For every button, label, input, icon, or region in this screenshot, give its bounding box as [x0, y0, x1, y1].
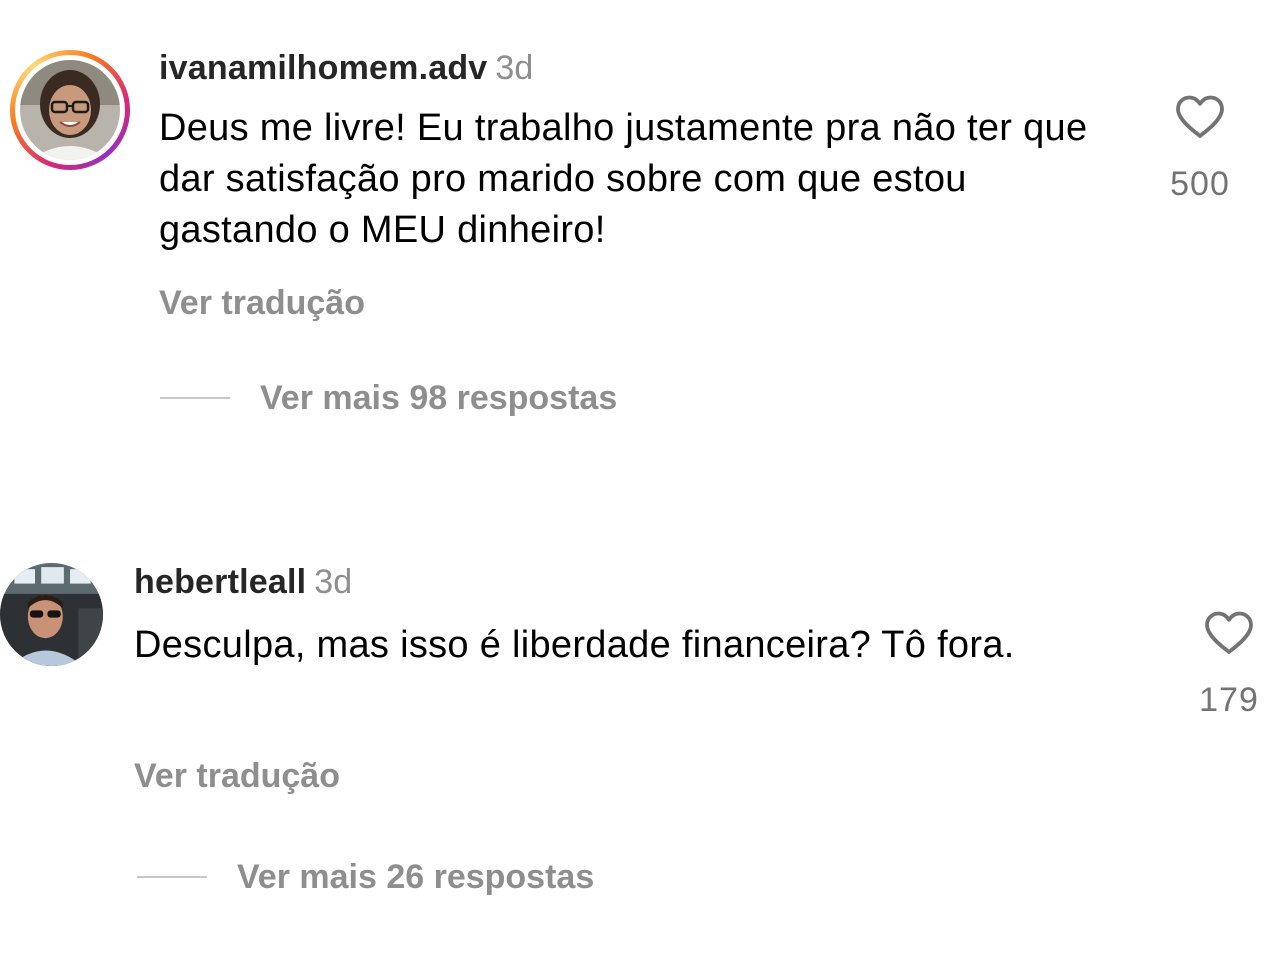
comment-item: ivanamilhomem.adv 3d Deus me livre! Eu tr… — [0, 0, 1280, 470]
replies-divider — [160, 397, 230, 399]
avatar[interactable] — [20, 60, 120, 160]
like-count: 500 — [1170, 165, 1230, 203]
like-column: 500 — [1145, 94, 1255, 204]
view-more-replies-button[interactable]: Ver mais 26 respostas — [237, 857, 594, 897]
see-translation-link[interactable]: Ver tradução — [159, 283, 365, 323]
view-replies-row[interactable]: Ver mais 98 respostas — [160, 378, 617, 418]
like-count: 179 — [1199, 681, 1259, 719]
profile-photo — [0, 563, 103, 666]
see-translation-link[interactable]: Ver tradução — [134, 756, 340, 796]
like-column: 179 — [1174, 610, 1280, 720]
comment-item: hebertleall 3d Desculpa, mas isso é liber… — [0, 520, 1280, 940]
username[interactable]: hebertleall — [134, 563, 306, 601]
username[interactable]: ivanamilhomem.adv — [159, 49, 487, 87]
heart-outline-icon[interactable] — [1174, 94, 1226, 140]
timestamp: 3d — [314, 563, 353, 601]
avatar[interactable] — [0, 563, 103, 666]
view-replies-row[interactable]: Ver mais 26 respostas — [137, 857, 594, 897]
replies-divider — [137, 876, 207, 878]
profile-photo — [20, 60, 120, 160]
comment-text: Deus me livre! Eu trabalho justamente pr… — [159, 107, 1088, 251]
comment-header: hebertleall 3d — [134, 562, 352, 602]
comment-text: Desculpa, mas isso é liberdade financeir… — [134, 624, 1015, 666]
heart-outline-icon[interactable] — [1203, 610, 1255, 656]
comment-header: ivanamilhomem.adv 3d — [159, 48, 533, 88]
timestamp: 3d — [495, 49, 534, 87]
view-more-replies-button[interactable]: Ver mais 98 respostas — [260, 378, 617, 418]
